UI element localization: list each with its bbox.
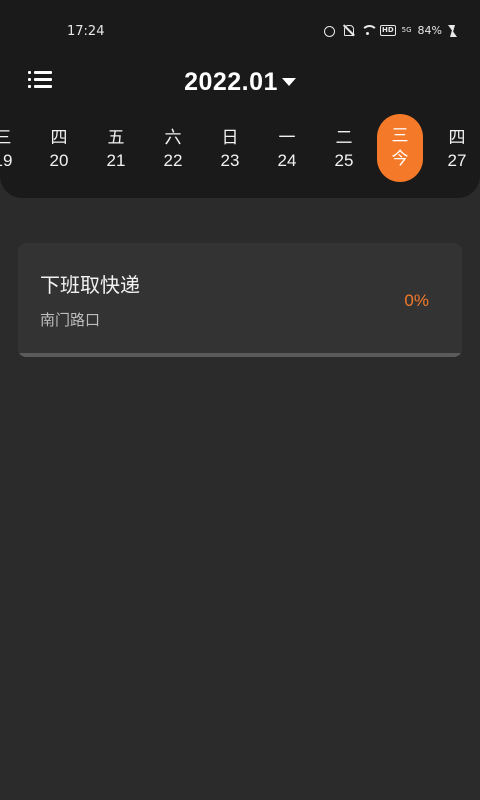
wifi-icon (360, 24, 378, 37)
hd-badge: HD (379, 25, 396, 36)
day-item-today[interactable]: 三 今 (377, 114, 423, 182)
signal-icon: 5G (401, 26, 412, 34)
month-label: 2022.01 (184, 68, 278, 96)
day-date: 24 (277, 151, 297, 170)
task-card[interactable]: 下班取快递 南门路口 0% (18, 243, 462, 357)
day-weekday: 一 (278, 128, 296, 148)
week-strip: 三 19 四 20 五 21 六 22 日 23 一 24 二 25 三 今 (0, 114, 480, 184)
day-item[interactable]: 四 27 (434, 114, 480, 184)
task-location: 南门路口 (40, 311, 101, 329)
status-time: 17:24 (67, 24, 105, 39)
status-bar: 17:24 HD 5G 84% (0, 0, 480, 48)
day-weekday: 三 (391, 126, 409, 146)
battery-percent: 84% (417, 24, 442, 37)
day-date: 20 (49, 151, 69, 170)
task-title: 下班取快递 (40, 273, 140, 297)
status-icons: HD 5G 84% (323, 24, 457, 37)
day-weekday: 日 (221, 128, 239, 148)
day-weekday: 四 (448, 128, 466, 148)
task-progress-text: 0% (404, 291, 429, 310)
day-item[interactable]: 四 20 (36, 114, 82, 184)
caret-down-icon (281, 77, 296, 86)
day-item[interactable]: 一 24 (264, 114, 310, 184)
day-weekday: 六 (164, 128, 182, 148)
day-date: 22 (163, 151, 183, 170)
day-date: 19 (0, 151, 13, 170)
day-date: 25 (334, 151, 354, 170)
day-date: 21 (106, 151, 126, 170)
day-weekday: 三 (0, 128, 12, 148)
day-item[interactable]: 日 23 (207, 114, 253, 184)
day-item[interactable]: 六 22 (150, 114, 196, 184)
day-weekday: 四 (50, 128, 68, 148)
day-date: 27 (447, 151, 467, 170)
day-date: 23 (220, 151, 240, 170)
mute-icon (342, 24, 355, 37)
day-item[interactable]: 三 19 (0, 114, 26, 184)
task-progress-bar (18, 353, 462, 357)
day-item[interactable]: 二 25 (321, 114, 367, 184)
alarm-icon (323, 24, 336, 37)
day-weekday: 五 (107, 128, 125, 148)
day-item[interactable]: 五 21 (93, 114, 139, 184)
calendar-header: 2022.01 三 19 四 20 五 21 六 22 日 23 一 24 二 … (0, 48, 480, 198)
day-date: 今 (391, 149, 409, 168)
day-weekday: 二 (335, 128, 353, 148)
charging-icon (448, 24, 457, 37)
month-picker[interactable]: 2022.01 (0, 68, 480, 97)
